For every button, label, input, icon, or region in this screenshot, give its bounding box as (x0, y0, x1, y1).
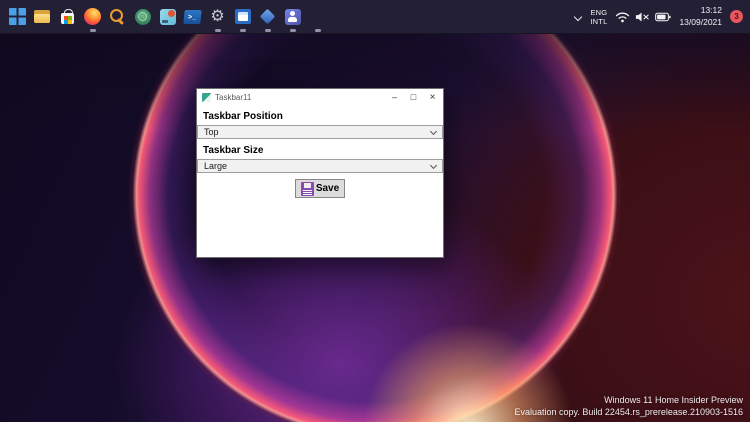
running-indicator (290, 29, 296, 32)
infinity-app-taskbar-button[interactable] (305, 0, 330, 34)
desktop: ENG INTL 13:12 (0, 0, 750, 422)
volume-muted-icon (635, 11, 650, 23)
wifi-icon (615, 11, 630, 23)
app-icon (202, 93, 211, 102)
watermark-line2: Evaluation copy. Build 22454.rs_prerelea… (515, 406, 744, 418)
window-app-icon (235, 9, 251, 24)
store-taskbar-button[interactable] (55, 0, 80, 34)
floppy-disk-icon (301, 182, 314, 196)
firefox-icon (84, 8, 101, 25)
taskbar11-window: Taskbar11 – □ × Taskbar Position Top Tas… (196, 88, 444, 258)
settings-taskbar-button[interactable] (205, 0, 230, 34)
taskbar-position-label: Taskbar Position (197, 105, 443, 125)
watermark: Windows 11 Home Insider Preview Evaluati… (515, 394, 744, 418)
language-indicator[interactable]: ENG INTL (590, 8, 607, 26)
taskbar-app-row (0, 0, 330, 34)
running-indicator (90, 29, 96, 32)
green-app-taskbar-button[interactable] (130, 0, 155, 34)
minimize-button[interactable]: – (387, 90, 402, 105)
language-line2: INTL (590, 17, 607, 26)
running-indicator (215, 29, 221, 32)
powershell-taskbar-button[interactable] (180, 0, 205, 34)
save-row: Save (197, 179, 443, 198)
powershell-icon (183, 10, 201, 24)
quick-settings[interactable] (615, 11, 671, 23)
window-title: Taskbar11 (215, 93, 383, 102)
clock[interactable]: 13:12 13/09/2021 (679, 5, 722, 27)
start-icon (9, 8, 26, 25)
save-button-label: Save (316, 183, 339, 194)
save-button[interactable]: Save (295, 179, 345, 198)
taskbar-size-label: Taskbar Size (197, 139, 443, 159)
cube-app-icon (259, 8, 276, 25)
tray-chevron-icon[interactable] (574, 13, 582, 21)
language-line1: ENG (590, 8, 607, 17)
teams-taskbar-button[interactable] (280, 0, 305, 34)
map-app-icon (160, 9, 176, 25)
start-taskbar-button[interactable] (5, 0, 30, 34)
store-icon (59, 8, 76, 25)
chevron-down-icon (430, 129, 436, 135)
search-taskbar-button[interactable] (105, 0, 130, 34)
green-app-icon (135, 9, 151, 25)
tray-time: 13:12 (679, 5, 722, 16)
battery-icon (655, 11, 671, 23)
taskbar-size-value: Large (204, 161, 227, 171)
titlebar[interactable]: Taskbar11 – □ × (197, 89, 443, 105)
taskbar-position-dropdown[interactable]: Top (197, 125, 443, 139)
taskbar-size-dropdown[interactable]: Large (197, 159, 443, 173)
cube-app-taskbar-button[interactable] (255, 0, 280, 34)
settings-icon (209, 8, 226, 25)
running-indicator (315, 29, 321, 32)
map-app-taskbar-button[interactable] (155, 0, 180, 34)
taskbar: ENG INTL 13:12 (0, 0, 750, 34)
explorer-taskbar-button[interactable] (30, 0, 55, 34)
teams-icon (285, 9, 301, 25)
search-icon (109, 8, 126, 25)
tray-date: 13/09/2021 (679, 17, 722, 28)
taskbar-position-value: Top (204, 127, 219, 137)
watermark-line1: Windows 11 Home Insider Preview (515, 394, 744, 406)
close-button[interactable]: × (425, 90, 440, 105)
explorer-icon (34, 8, 51, 25)
chevron-down-icon (430, 163, 436, 169)
notification-badge[interactable]: 3 (730, 10, 743, 23)
maximize-button[interactable]: □ (406, 90, 421, 105)
infinity-app-icon (309, 8, 326, 25)
window-app-taskbar-button[interactable] (230, 0, 255, 34)
running-indicator (240, 29, 246, 32)
system-tray: ENG INTL 13:12 (574, 5, 750, 27)
running-indicator (265, 29, 271, 32)
firefox-taskbar-button[interactable] (80, 0, 105, 34)
